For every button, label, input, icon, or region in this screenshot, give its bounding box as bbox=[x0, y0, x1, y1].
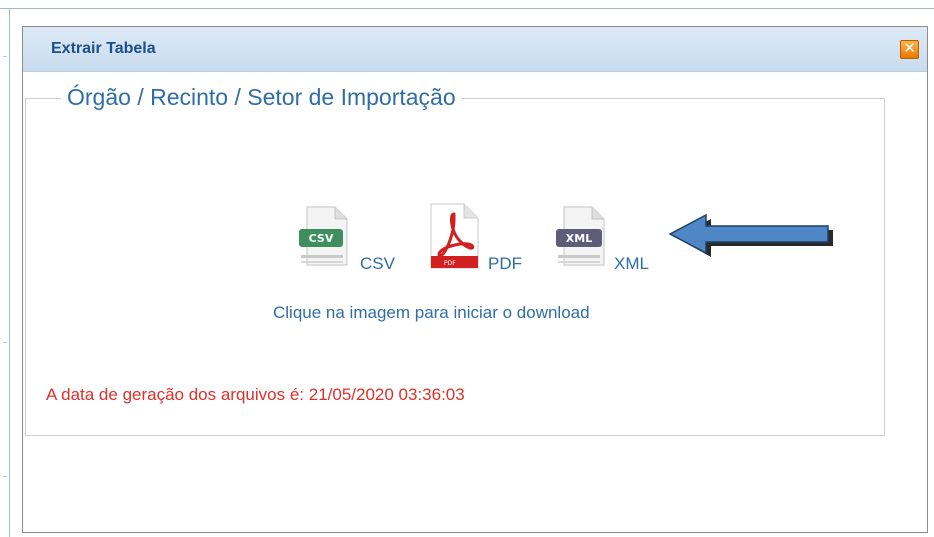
download-csv-button[interactable]: CSV bbox=[297, 205, 357, 274]
download-xml-label[interactable]: XML bbox=[614, 254, 649, 274]
csv-file-icon[interactable]: CSV bbox=[297, 205, 357, 269]
pdf-file-icon[interactable]: PDF bbox=[428, 202, 480, 270]
xml-file-icon[interactable]: XML bbox=[554, 205, 614, 269]
download-xml-button[interactable]: XML bbox=[554, 205, 614, 274]
pdf-badge: PDF bbox=[444, 260, 456, 267]
download-pdf-button[interactable]: PDF bbox=[428, 202, 480, 275]
background-page-border-left bbox=[9, 8, 10, 537]
dialog-titlebar[interactable]: Extrair Tabela ✕ bbox=[23, 27, 927, 72]
close-button[interactable]: ✕ bbox=[900, 40, 919, 59]
section-legend: Órgão / Recinto / Setor de Importação bbox=[61, 84, 462, 111]
dialog-title: Extrair Tabela bbox=[51, 40, 156, 57]
background-page-border-top bbox=[0, 8, 934, 9]
generation-date-notice: A data de geração dos arquivos é: 21/05/… bbox=[46, 385, 465, 404]
background-tick bbox=[3, 476, 7, 477]
background-tick bbox=[3, 342, 7, 343]
close-icon: ✕ bbox=[903, 40, 916, 57]
download-pdf-label[interactable]: PDF bbox=[488, 254, 522, 274]
download-hint: Clique na imagem para iniciar o download bbox=[273, 303, 590, 322]
download-csv-label[interactable]: CSV bbox=[360, 254, 395, 274]
csv-badge: CSV bbox=[309, 232, 334, 245]
arrow-left-icon bbox=[668, 210, 834, 267]
xml-badge: XML bbox=[566, 232, 592, 245]
background-tick bbox=[3, 56, 7, 57]
